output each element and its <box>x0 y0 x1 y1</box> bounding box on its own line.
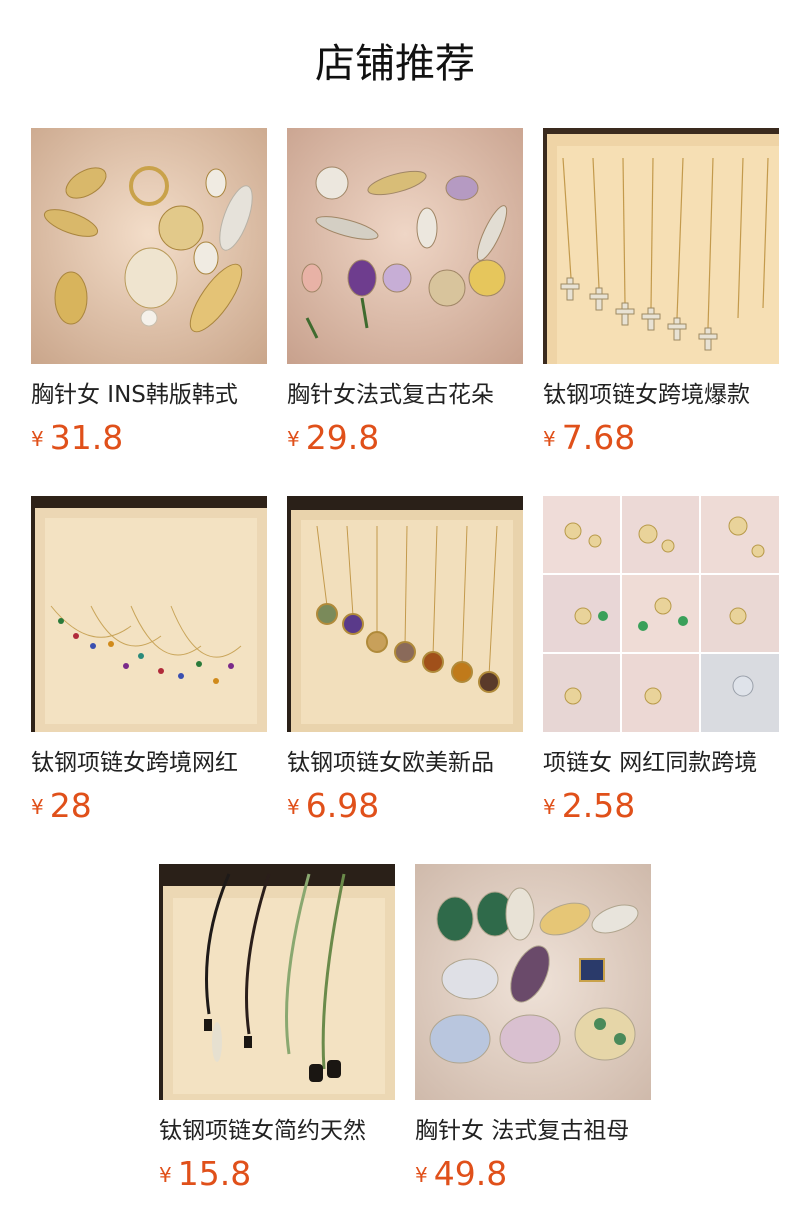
price-value: 28 <box>49 786 92 825</box>
product-card[interactable]: 钛钢项链女跨境网红 ¥28 <box>31 496 267 826</box>
product-card[interactable]: 钛钢项链女简约天然 ¥15.8 <box>159 864 395 1194</box>
product-image[interactable] <box>287 128 523 364</box>
product-image[interactable] <box>159 864 395 1100</box>
product-card[interactable]: 项链女 网红同款跨境 ¥2.58 <box>543 496 779 826</box>
product-price: ¥15.8 <box>159 1154 395 1194</box>
product-name[interactable]: 胸针女 INS韩版韩式 <box>31 378 267 412</box>
product-card[interactable]: 钛钢项链女欧美新品 ¥6.98 <box>287 496 523 826</box>
product-name[interactable]: 钛钢项链女跨境爆款 <box>543 378 779 412</box>
product-price: ¥28 <box>31 786 267 826</box>
product-name[interactable]: 项链女 网红同款跨境 <box>543 746 779 780</box>
product-name[interactable]: 钛钢项链女简约天然 <box>159 1114 395 1148</box>
product-card[interactable]: 胸针女法式复古花朵 ¥29.8 <box>287 128 523 458</box>
product-name[interactable]: 钛钢项链女跨境网红 <box>31 746 267 780</box>
product-image[interactable] <box>31 128 267 364</box>
product-card[interactable]: 胸针女 INS韩版韩式 ¥31.8 <box>31 128 267 458</box>
product-price: ¥31.8 <box>31 418 267 458</box>
currency-symbol: ¥ <box>31 795 44 819</box>
product-price: ¥29.8 <box>287 418 523 458</box>
product-image[interactable] <box>31 496 267 732</box>
product-image[interactable] <box>543 128 779 364</box>
price-value: 49.8 <box>433 1154 508 1193</box>
currency-symbol: ¥ <box>159 1163 172 1187</box>
product-card[interactable]: 胸针女 法式复古祖母 ¥49.8 <box>415 864 651 1194</box>
product-name[interactable]: 胸针女 法式复古祖母 <box>415 1114 651 1148</box>
price-value: 29.8 <box>305 418 380 457</box>
product-name[interactable]: 钛钢项链女欧美新品 <box>287 746 523 780</box>
currency-symbol: ¥ <box>287 427 300 451</box>
product-image[interactable] <box>415 864 651 1100</box>
currency-symbol: ¥ <box>543 427 556 451</box>
product-grid: 胸针女 INS韩版韩式 ¥31.8 胸针女法式复古花朵 ¥ 29.8 钛钢项链女… <box>0 0 790 1232</box>
price-value: 31.8 <box>49 418 124 457</box>
product-price: ¥2.58 <box>543 786 779 826</box>
product-image[interactable] <box>287 496 523 732</box>
product-image[interactable] <box>543 496 779 732</box>
product-price: ¥7.68 <box>543 418 779 458</box>
price-value: 2.58 <box>561 786 636 825</box>
currency-symbol: ¥ <box>287 795 300 819</box>
product-price: ¥49.8 <box>415 1154 651 1194</box>
product-price: ¥6.98 <box>287 786 523 826</box>
currency-symbol: ¥ <box>415 1163 428 1187</box>
price-value: 7.68 <box>561 418 636 457</box>
product-name[interactable]: 胸针女法式复古花朵 <box>287 378 523 412</box>
product-card[interactable]: 钛钢项链女跨境爆款 ¥7.68 <box>543 128 779 458</box>
price-value: 6.98 <box>305 786 380 825</box>
currency-symbol: ¥ <box>543 795 556 819</box>
price-value: 15.8 <box>177 1154 252 1193</box>
currency-symbol: ¥ <box>31 427 44 451</box>
